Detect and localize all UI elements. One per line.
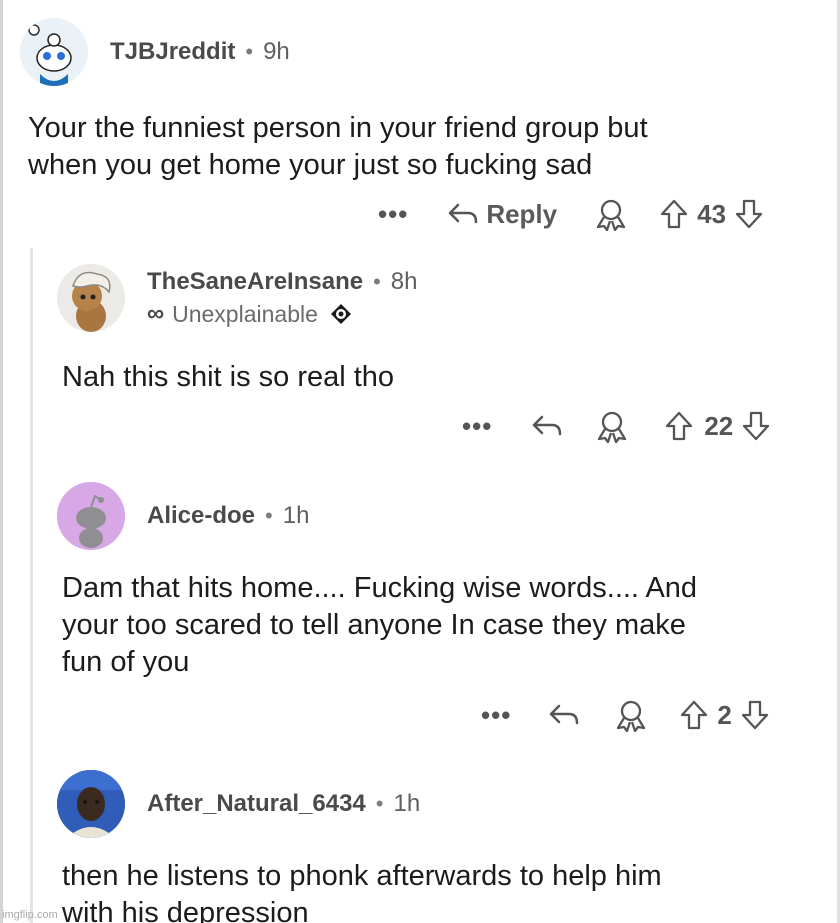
username[interactable]: TJBJreddit: [110, 38, 235, 66]
frame-edge: [0, 0, 3, 923]
comment-meta: After_Natural_6434 • 1h: [147, 790, 420, 818]
comment-body: Nah this shit is so real tho: [62, 359, 394, 396]
eye-icon: [328, 301, 354, 327]
user-flair: ∞ Unexplainable: [147, 300, 418, 328]
award-icon[interactable]: [593, 197, 629, 231]
photo-avatar-icon[interactable]: [57, 770, 125, 838]
upvote-icon[interactable]: [679, 699, 709, 731]
comment-line: when you get home your just so fucking s…: [28, 149, 593, 181]
reply-button[interactable]: Reply: [446, 199, 557, 230]
reply-arrow-icon[interactable]: [530, 412, 564, 440]
comment-header: After_Natural_6434 • 1h: [57, 770, 420, 838]
timestamp: 8h: [390, 268, 418, 295]
separator: •: [375, 791, 384, 816]
separator: •: [373, 269, 381, 294]
curly-hair-avatar-icon[interactable]: [57, 264, 125, 332]
downvote-icon[interactable]: [734, 198, 764, 230]
more-options-button[interactable]: •••: [462, 411, 492, 442]
comment-actions: ••• Reply 43: [378, 194, 764, 234]
downvote-icon[interactable]: [740, 699, 770, 731]
comment-meta: Alice-doe • 1h: [147, 502, 309, 530]
vote-count: 2: [717, 699, 732, 730]
comment-line: Your the funniest person in your friend …: [28, 112, 648, 144]
more-options-button[interactable]: •••: [378, 199, 408, 230]
comment-body: Dam that hits home.... Fucking wise word…: [62, 570, 697, 681]
vote-count: 22: [704, 410, 734, 441]
upvote-icon[interactable]: [659, 198, 689, 230]
flair-text: Unexplainable: [172, 300, 318, 327]
comment-line: Nah this shit is so real tho: [62, 361, 395, 393]
award-icon[interactable]: [594, 409, 630, 443]
comment-actions: ••• 2: [481, 695, 770, 735]
separator: •: [245, 39, 254, 64]
comment-meta: TheSaneAreInsane • 8h ∞ Unexplainable: [147, 268, 418, 328]
comment-line: then he listens to phonk afterwards to h…: [62, 860, 662, 892]
comment-actions: ••• 22: [462, 406, 771, 446]
default-snoo-avatar-icon[interactable]: [57, 482, 125, 550]
downvote-icon[interactable]: [741, 410, 771, 442]
comment-body: Your the funniest person in your friend …: [28, 110, 648, 184]
comment-header: TJBJreddit • 9h: [20, 18, 290, 86]
vote-count: 43: [697, 198, 727, 229]
award-icon[interactable]: [613, 698, 649, 732]
reply-arrow-icon: [446, 200, 480, 228]
timestamp: 1h: [393, 790, 421, 817]
reply-arrow-icon[interactable]: [547, 701, 581, 729]
comment-header: TheSaneAreInsane • 8h ∞ Unexplainable: [57, 264, 418, 332]
timestamp: 1h: [282, 502, 310, 529]
watermark: imgflip.com: [2, 909, 58, 921]
snoo-avatar-icon[interactable]: [20, 18, 88, 86]
comment-header: Alice-doe • 1h: [57, 482, 309, 550]
username[interactable]: Alice-doe: [147, 502, 255, 530]
comment-meta: TJBJreddit • 9h: [110, 38, 290, 66]
reply-label: Reply: [486, 198, 558, 229]
comment-line: Dam that hits home.... Fucking wise word…: [62, 572, 698, 604]
timestamp: 9h: [263, 38, 290, 65]
comment-line: your too scared to tell anyone In case t…: [62, 609, 686, 641]
comment-body: then he listens to phonk afterwards to h…: [62, 858, 662, 923]
upvote-icon[interactable]: [664, 410, 694, 442]
infinity-icon: ∞: [147, 300, 165, 327]
username[interactable]: After_Natural_6434: [147, 790, 366, 818]
separator: •: [265, 503, 273, 528]
comment-line: fun of you: [62, 646, 190, 678]
more-options-button[interactable]: •••: [481, 700, 511, 731]
username[interactable]: TheSaneAreInsane: [147, 268, 363, 296]
comment-line: with his depression: [62, 897, 309, 923]
thread-line[interactable]: [30, 248, 33, 923]
